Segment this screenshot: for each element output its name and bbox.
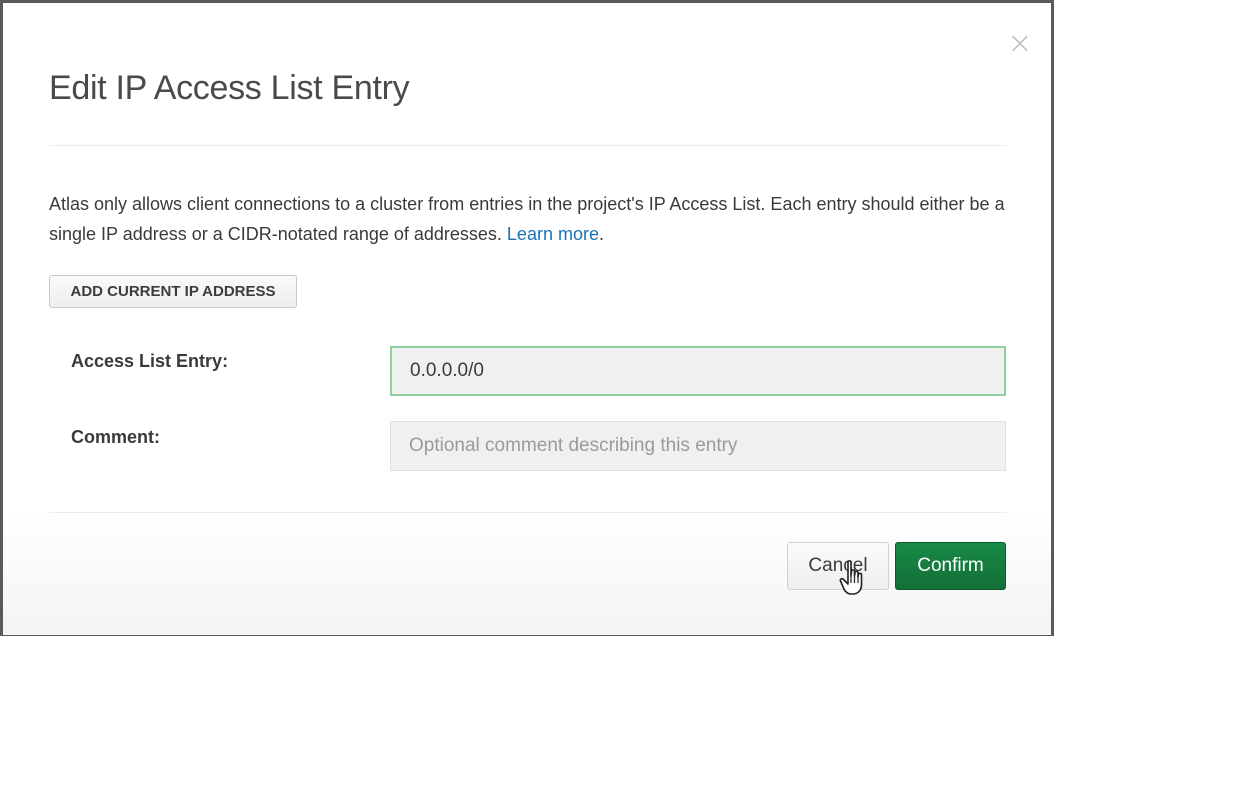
learn-more-link[interactable]: Learn more [507,224,599,244]
modal-title: Edit IP Access List Entry [49,69,410,107]
confirm-button[interactable]: Confirm [895,542,1006,590]
add-current-ip-button[interactable]: ADD CURRENT IP ADDRESS [49,275,297,308]
access-list-entry-input[interactable] [390,346,1006,396]
comment-label: Comment: [71,427,160,447]
access-list-entry-label: Access List Entry: [71,351,229,371]
edit-ip-access-list-modal: × Edit IP Access List Entry Atlas only a… [3,3,1051,635]
modal-footer [3,513,1051,635]
close-icon[interactable]: × [1007,29,1033,59]
description-end: . [598,224,604,244]
header-divider [49,145,1007,146]
cancel-button[interactable]: Cancel [787,542,889,590]
footer-divider [49,512,1007,513]
modal-description: Atlas only allows client connections to … [49,189,1009,249]
comment-input[interactable] [390,421,1006,471]
